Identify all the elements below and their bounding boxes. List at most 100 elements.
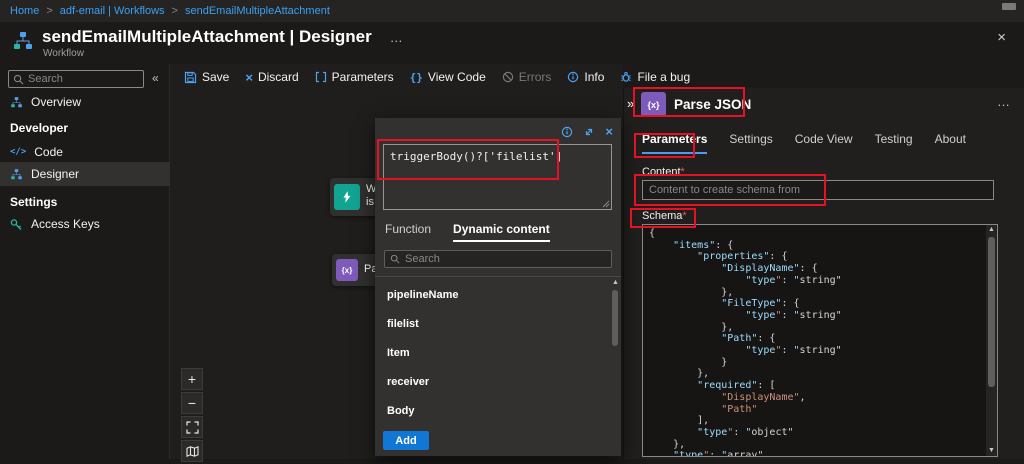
info-button[interactable]: Info [567,70,604,84]
divider [375,276,621,277]
title-subtitle: Workflow [43,48,84,59]
sidebar-section-developer: Developer [0,116,170,140]
schema-code-line: "DisplayName": { [649,263,983,275]
tab-dynamic-content[interactable]: Dynamic content [453,222,550,242]
search-input[interactable] [28,73,128,85]
search-input[interactable] [405,253,595,265]
sidebar-item-access-keys[interactable]: Access Keys [0,212,170,236]
tab-function[interactable]: Function [385,222,431,242]
discard-label: Discard [258,70,299,84]
panel-title: Parse JSON [674,97,751,112]
expand-icon[interactable] [583,126,595,138]
sidebar: « Overview Developer </> Code Designer S… [0,64,170,459]
http-trigger-icon [334,184,360,210]
close-icon[interactable]: × [605,124,613,139]
info-icon [567,71,579,83]
required-mark: * [682,210,686,222]
sidebar-item-label: Code [34,145,63,159]
scroll-up-icon[interactable]: ▲ [986,225,997,235]
schema-code-line: "type": "object" [649,427,983,439]
parameters-button[interactable]: Parameters [315,70,394,84]
schema-code-line: "type": "string" [649,275,983,287]
errors-icon [502,71,514,83]
save-label: Save [202,70,229,84]
list-scrollbar: ▲ [611,278,620,428]
schema-code-line: "type": "string" [649,345,983,357]
scrollbar-thumb[interactable] [988,237,995,387]
schema-code-line: "items": { [649,240,983,252]
schema-scrollbar: ▲ ▼ [986,225,997,456]
search-icon [390,254,400,264]
title-bar: sendEmailMultipleAttachment | Designer …… [0,22,1024,64]
schema-code-line: "type": "string" [649,310,983,322]
expression-editor-dialog: × triggerBody()?['filelist'] Function Dy… [375,118,621,456]
sidebar-search [8,70,144,88]
breadcrumb: Home > adf-email | Workflows > sendEmail… [0,0,1024,22]
sidebar-section-label: Settings [10,195,57,209]
schema-code-line: "properties": { [649,251,983,263]
sidebar-collapse-icon[interactable]: « [152,71,159,85]
save-button[interactable]: Save [184,70,229,84]
schema-code-line: { [649,228,983,240]
scrollbar-thumb[interactable] [612,290,618,346]
add-button[interactable]: Add [383,431,429,450]
sidebar-item-designer[interactable]: Designer [0,162,170,186]
title-more-button[interactable]: … [390,30,403,45]
list-item[interactable]: pipelineName [375,280,611,309]
parameters-icon [315,71,327,83]
parse-json-icon: {x} [641,92,666,117]
schema-label: Schema [642,210,682,222]
expression-text: triggerBody()?['filelist'] [384,145,611,168]
discard-button[interactable]: × Discard [245,70,298,85]
schema-editor[interactable]: { "items": { "properties": { "DisplayNam… [642,224,998,457]
view-code-button[interactable]: {} View Code [410,70,486,84]
zoom-out-button[interactable]: − [181,392,203,414]
list-item[interactable]: filelist [375,309,611,338]
fit-screen-icon [186,421,199,434]
view-code-icon: {} [410,71,423,84]
sidebar-item-label: Overview [31,95,81,109]
required-mark: * [681,166,685,178]
tab-about[interactable]: About [935,132,966,154]
breadcrumb-current[interactable]: sendEmailMultipleAttachment [185,5,330,17]
workflow-icon [10,96,23,109]
panel-more-button[interactable]: … [997,94,1010,109]
sidebar-section-settings: Settings [0,190,170,214]
workflow-icon [12,30,34,55]
breadcrumb-workflows[interactable]: adf-email | Workflows [60,5,165,17]
close-icon[interactable]: × [997,29,1006,46]
minimap-icon [186,445,199,458]
list-item[interactable]: Item [375,338,611,367]
tab-parameters[interactable]: Parameters [642,132,707,154]
tab-code-view[interactable]: Code View [795,132,853,154]
schema-code-line: }, [649,322,983,334]
schema-code-line: }, [649,368,983,380]
tab-testing[interactable]: Testing [875,132,913,154]
scroll-down-icon[interactable]: ▼ [986,446,997,456]
breadcrumb-separator: > [46,5,52,17]
list-item[interactable]: receiver [375,367,611,396]
fit-screen-button[interactable] [181,416,203,438]
sidebar-item-overview[interactable]: Overview [0,90,170,114]
breadcrumb-home[interactable]: Home [10,5,39,17]
parse-json-panel: » {x} Parse JSON … Parameters Settings C… [623,88,1024,459]
schema-code-line: } [649,357,983,369]
sidebar-item-code[interactable]: </> Code [0,140,170,164]
list-item[interactable]: Body [375,396,611,425]
scroll-up-icon[interactable]: ▲ [611,278,620,288]
schema-code-line: ], [649,415,983,427]
errors-button[interactable]: Errors [502,70,552,84]
page-title: sendEmailMultipleAttachment | Designer [42,27,372,47]
expression-textarea[interactable]: triggerBody()?['filelist'] [383,144,612,210]
panel-expand-icon[interactable]: » [627,96,634,111]
zoom-in-button[interactable]: + [181,368,203,390]
tab-settings[interactable]: Settings [729,132,772,154]
breadcrumb-separator: > [172,5,178,17]
schema-code-line: }, [649,439,983,451]
resize-grip-icon[interactable] [602,200,610,208]
sidebar-item-label: Designer [31,167,79,181]
file-a-bug-button[interactable]: File a bug [620,70,690,84]
content-input[interactable] [642,180,994,200]
info-label: Info [584,70,604,84]
info-icon[interactable] [561,126,573,138]
